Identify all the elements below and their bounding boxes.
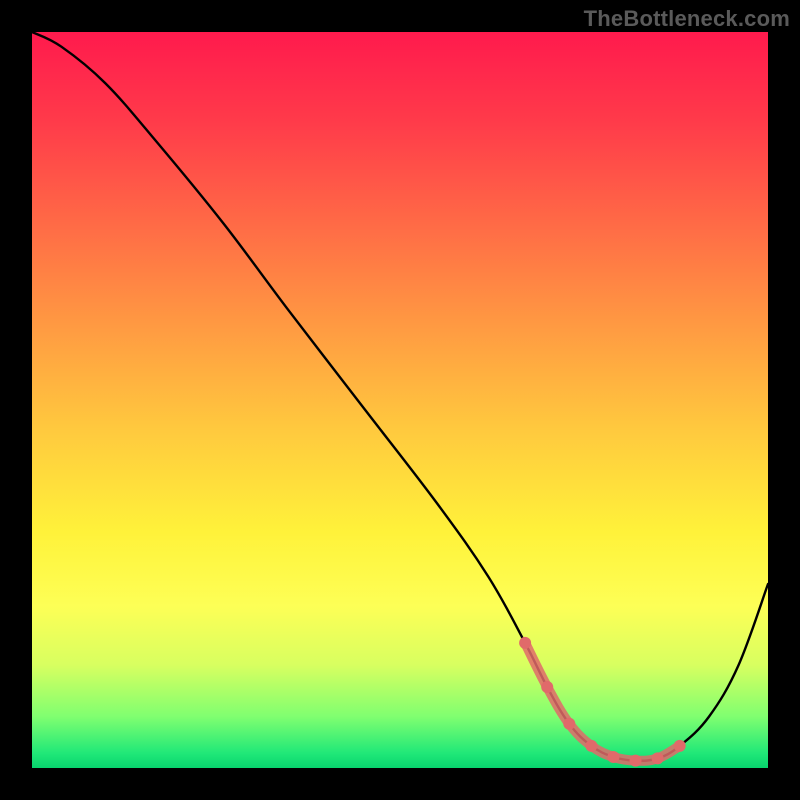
optimal-range-markers [519, 637, 686, 767]
optimal-marker-dot [541, 681, 553, 693]
optimal-marker-dot [563, 718, 575, 730]
optimal-marker-dot [674, 740, 686, 752]
optimal-marker-dot [607, 751, 619, 763]
attribution-watermark: TheBottleneck.com [584, 6, 790, 32]
curve-layer [32, 32, 768, 768]
bottleneck-curve [32, 32, 768, 761]
optimal-range-band [525, 643, 680, 761]
plot-area [32, 32, 768, 768]
optimal-marker-dot [585, 740, 597, 752]
optimal-marker-dot [652, 752, 664, 764]
optimal-marker-dot [519, 637, 531, 649]
optimal-marker-dot [630, 755, 642, 767]
bottleneck-chart: TheBottleneck.com [0, 0, 800, 800]
